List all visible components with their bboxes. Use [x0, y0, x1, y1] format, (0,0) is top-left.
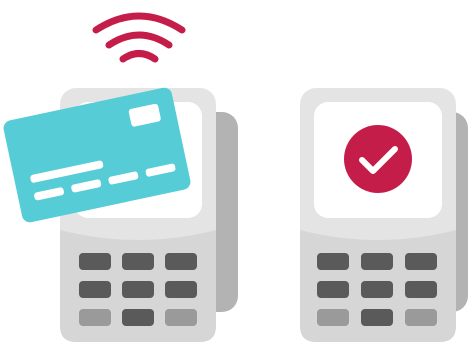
wifi-contactless-icon [92, 12, 186, 63]
keypad-key [361, 309, 393, 326]
keypad-key [405, 309, 437, 326]
keypad-key [122, 281, 154, 298]
right-payment-terminal [300, 88, 468, 342]
keypad-key [405, 281, 437, 298]
keypad-key [317, 309, 349, 326]
keypad-key [165, 309, 197, 326]
keypad-key [165, 281, 197, 298]
keypad-key [79, 281, 111, 298]
keypad-key [405, 253, 437, 270]
keypad-key [122, 309, 154, 326]
right-terminal-keypad [317, 253, 437, 326]
keypad-key [361, 253, 393, 270]
contactless-payment-illustration [3, 12, 468, 342]
keypad-key [317, 281, 349, 298]
keypad-key [361, 281, 393, 298]
left-terminal-keypad [79, 253, 197, 326]
keypad-key [79, 309, 111, 326]
checkmark-icon [344, 125, 412, 193]
keypad-key [122, 253, 154, 270]
keypad-key [79, 253, 111, 270]
keypad-key [165, 253, 197, 270]
keypad-key [317, 253, 349, 270]
